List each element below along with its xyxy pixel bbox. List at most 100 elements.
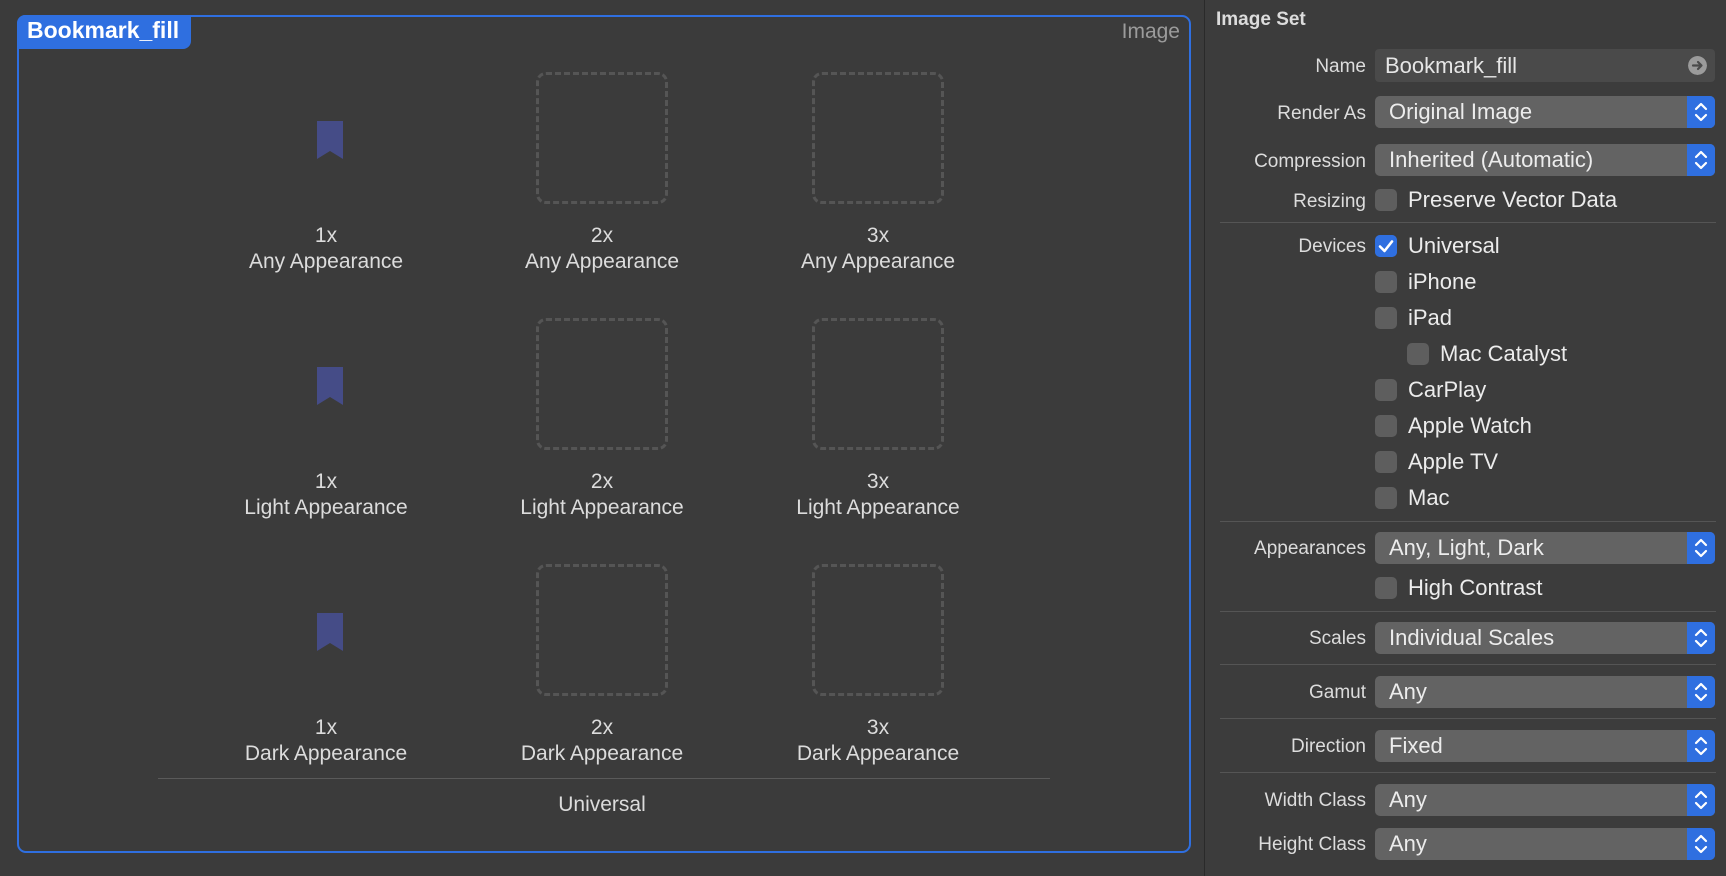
chevron-updown-icon bbox=[1687, 828, 1715, 860]
apple-watch-checkbox[interactable] bbox=[1375, 415, 1397, 437]
scale-label: 3x bbox=[866, 716, 890, 739]
slot-3x-dark[interactable]: 3x Dark Appearance bbox=[740, 564, 1016, 810]
appearance-label: Light Appearance bbox=[244, 496, 408, 519]
render-as-value: Original Image bbox=[1389, 99, 1533, 124]
appearance-label: Light Appearance bbox=[520, 496, 684, 519]
apple-tv-checkbox[interactable] bbox=[1375, 451, 1397, 473]
ipad-checkbox[interactable] bbox=[1375, 307, 1397, 329]
slot-2x-dark[interactable]: 2x Dark Appearance bbox=[464, 564, 740, 810]
scale-label: 3x bbox=[866, 224, 890, 247]
slot-1x-light[interactable]: 1x Light Appearance bbox=[188, 318, 464, 564]
height-class-popup[interactable]: Any bbox=[1375, 828, 1715, 860]
image-well[interactable] bbox=[536, 72, 668, 204]
image-well[interactable] bbox=[260, 564, 392, 696]
appearances-popup[interactable]: Any, Light, Dark bbox=[1375, 532, 1715, 564]
appearance-label: Dark Appearance bbox=[520, 742, 684, 765]
slot-3x-any[interactable]: 3x Any Appearance bbox=[740, 72, 1016, 318]
iphone-checkbox[interactable] bbox=[1375, 271, 1397, 293]
slot-2x-light[interactable]: 2x Light Appearance bbox=[464, 318, 740, 564]
scales-popup[interactable]: Individual Scales bbox=[1375, 622, 1715, 654]
slot-2x-any[interactable]: 2x Any Appearance bbox=[464, 72, 740, 318]
preserve-vector-checkbox[interactable] bbox=[1375, 189, 1397, 211]
arrow-right-circle-icon[interactable] bbox=[1688, 56, 1707, 75]
separator bbox=[1220, 664, 1716, 665]
scales-value: Individual Scales bbox=[1389, 625, 1555, 650]
scale-label: 1x bbox=[314, 716, 338, 739]
appearance-label: Any Appearance bbox=[800, 250, 956, 273]
name-field[interactable]: Bookmark_fill bbox=[1375, 49, 1715, 82]
iphone-label: iPhone bbox=[1408, 269, 1477, 294]
height-class-value: Any bbox=[1389, 831, 1427, 856]
scales-label: Scales bbox=[1308, 628, 1366, 649]
chevron-updown-icon bbox=[1687, 730, 1715, 762]
inspector-title: Image Set bbox=[1216, 9, 1306, 30]
image-well[interactable] bbox=[812, 72, 944, 204]
compression-popup[interactable]: Inherited (Automatic) bbox=[1375, 144, 1715, 176]
separator bbox=[1220, 718, 1716, 719]
high-contrast-label: High Contrast bbox=[1408, 575, 1543, 600]
image-well[interactable] bbox=[260, 72, 392, 204]
separator bbox=[1220, 222, 1716, 223]
scale-label: 3x bbox=[866, 470, 890, 493]
width-class-label: Width Class bbox=[1264, 790, 1366, 811]
image-well[interactable] bbox=[812, 564, 944, 696]
carplay-label: CarPlay bbox=[1408, 377, 1487, 402]
asset-canvas: Bookmark_fill Image 1x Any Appearance 2x… bbox=[0, 0, 1204, 876]
device-group-label: Universal bbox=[558, 793, 646, 816]
appearances-label: Appearances bbox=[1254, 538, 1366, 559]
direction-label: Direction bbox=[1291, 736, 1366, 757]
gamut-value: Any bbox=[1389, 679, 1427, 704]
appearance-label: Dark Appearance bbox=[796, 742, 960, 765]
resizing-label: Resizing bbox=[1293, 191, 1366, 212]
mac-checkbox[interactable] bbox=[1375, 487, 1397, 509]
gamut-popup[interactable]: Any bbox=[1375, 676, 1715, 708]
name-label: Name bbox=[1315, 56, 1366, 77]
height-class-label: Height Class bbox=[1258, 834, 1366, 855]
scale-label: 2x bbox=[590, 470, 614, 493]
asset-name-tab[interactable]: Bookmark_fill bbox=[17, 15, 192, 49]
asset-type-label: Image bbox=[1121, 20, 1180, 43]
direction-value: Fixed bbox=[1389, 733, 1443, 758]
separator bbox=[1220, 772, 1716, 773]
scale-label: 1x bbox=[314, 224, 338, 247]
render-as-label: Render As bbox=[1277, 103, 1366, 124]
image-well[interactable] bbox=[812, 318, 944, 450]
preserve-vector-label: Preserve Vector Data bbox=[1408, 187, 1618, 212]
slot-3x-light[interactable]: 3x Light Appearance bbox=[740, 318, 1016, 564]
image-well[interactable] bbox=[260, 318, 392, 450]
slot-1x-dark[interactable]: 1x Dark Appearance bbox=[188, 564, 464, 810]
mac-catalyst-label: Mac Catalyst bbox=[1440, 341, 1568, 366]
bookmark-icon bbox=[317, 613, 343, 651]
appearance-label: Any Appearance bbox=[524, 250, 680, 273]
direction-popup[interactable]: Fixed bbox=[1375, 730, 1715, 762]
width-class-popup[interactable]: Any bbox=[1375, 784, 1715, 816]
chevron-updown-icon bbox=[1687, 96, 1715, 128]
image-well[interactable] bbox=[536, 564, 668, 696]
appearance-label: Light Appearance bbox=[796, 496, 960, 519]
chevron-updown-icon bbox=[1687, 144, 1715, 176]
ipad-label: iPad bbox=[1408, 305, 1453, 330]
scale-label: 1x bbox=[314, 470, 338, 493]
scale-label: 2x bbox=[590, 224, 614, 247]
render-as-popup[interactable]: Original Image bbox=[1375, 96, 1715, 128]
apple-watch-label: Apple Watch bbox=[1408, 413, 1532, 438]
attributes-inspector: Image Set Name Bookmark_fill Render As O… bbox=[1205, 0, 1726, 876]
chevron-updown-icon bbox=[1687, 784, 1715, 816]
chevron-updown-icon bbox=[1687, 676, 1715, 708]
compression-value: Inherited (Automatic) bbox=[1389, 147, 1594, 172]
width-class-value: Any bbox=[1389, 787, 1427, 812]
image-well[interactable] bbox=[536, 318, 668, 450]
group-divider bbox=[158, 778, 1050, 779]
appearance-label: Any Appearance bbox=[248, 250, 404, 273]
separator bbox=[1220, 611, 1716, 612]
bookmark-icon bbox=[317, 121, 343, 159]
mac-catalyst-checkbox[interactable] bbox=[1407, 343, 1429, 365]
high-contrast-checkbox[interactable] bbox=[1375, 577, 1397, 599]
devices-label: Devices bbox=[1298, 236, 1366, 257]
chevron-updown-icon bbox=[1687, 622, 1715, 654]
universal-checkbox[interactable] bbox=[1375, 235, 1397, 257]
carplay-checkbox[interactable] bbox=[1375, 379, 1397, 401]
apple-tv-label: Apple TV bbox=[1408, 449, 1499, 474]
slot-1x-any[interactable]: 1x Any Appearance bbox=[188, 72, 464, 318]
universal-label: Universal bbox=[1408, 233, 1500, 258]
